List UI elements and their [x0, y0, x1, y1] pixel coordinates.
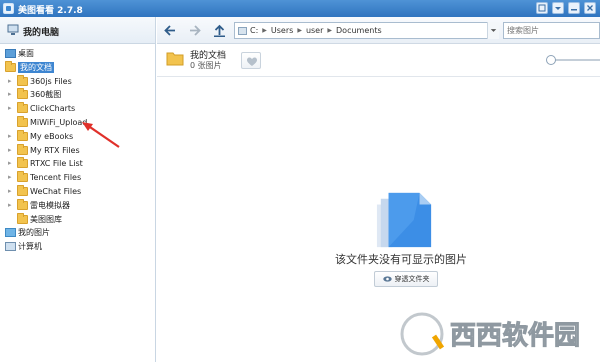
folder-info-bar: 我的文档 0 张图片: [157, 44, 600, 77]
tree-item[interactable]: ▸ ClickCharts: [8, 102, 75, 115]
desktop-icon: [5, 49, 16, 58]
folder-icon: [17, 198, 28, 210]
drive-icon: [238, 26, 247, 35]
address-bar[interactable]: C: ▶ Users ▶ user ▶ Documents: [234, 22, 499, 39]
tree-item-label: 360js Files: [30, 76, 72, 86]
address-segment-user[interactable]: user: [306, 26, 323, 35]
tree-item-label: 计算机: [18, 242, 42, 252]
expand-arrow-icon[interactable]: ▸: [8, 201, 15, 209]
tree-item-label: 美图图库: [30, 214, 62, 224]
folder-icon: [17, 102, 28, 114]
tree-item[interactable]: ▸ WeChat Files: [8, 185, 81, 198]
chevron-right-icon: ▶: [297, 27, 302, 34]
tree-item[interactable]: ▸ My eBooks: [8, 129, 74, 143]
tree-item[interactable]: 桌面: [5, 47, 34, 60]
expand-arrow-icon: [8, 119, 15, 126]
expand-arrow-icon[interactable]: ▸: [8, 105, 15, 112]
computer-icon: [7, 24, 19, 35]
address-segment-drive[interactable]: C:: [250, 26, 258, 35]
folder-icon: [5, 60, 16, 72]
title-bar: 美图看看 2.7.8: [0, 0, 600, 17]
tree-item[interactable]: ▸ RTXC File List: [8, 157, 83, 170]
open-folder-label: 穿透文件夹: [394, 275, 430, 283]
folder-icon: [17, 212, 28, 224]
annotation-arrow: [82, 122, 120, 148]
folder-icon: [17, 171, 28, 183]
skin-button[interactable]: [536, 2, 548, 14]
tree-item[interactable]: ▸ 雷电模拟器: [8, 198, 70, 212]
folder-icon: [17, 129, 28, 141]
folder-icon: [17, 157, 28, 169]
address-segment-documents[interactable]: Documents: [336, 26, 382, 35]
zoom-slider-handle[interactable]: [546, 55, 556, 65]
tree-item-label: 我的图片: [18, 228, 50, 238]
tree-item[interactable]: ▸ 360截图: [8, 88, 61, 101]
expand-arrow-icon[interactable]: ▸: [8, 160, 15, 167]
minimize-button[interactable]: [568, 2, 580, 14]
tree-item[interactable]: 计算机: [5, 240, 42, 253]
expand-arrow-icon: [8, 216, 15, 223]
back-button[interactable]: [163, 23, 178, 38]
tree-item[interactable]: 我的图片: [5, 226, 50, 239]
close-button[interactable]: [584, 2, 596, 14]
computer-icon: [5, 242, 16, 252]
tree-item[interactable]: MiWiFi_Upload: [8, 116, 87, 129]
address-dropdown-button[interactable]: [487, 22, 499, 39]
chevron-right-icon: ▶: [327, 27, 333, 34]
tree-item[interactable]: ▸ 360js Files: [8, 74, 72, 88]
folder-icon: [17, 88, 28, 100]
tree-item-label: My eBooks: [30, 131, 74, 141]
tree-item-label: RTXC File List: [30, 159, 83, 169]
forward-button[interactable]: [187, 23, 202, 38]
open-folder-button[interactable]: 穿透文件夹: [374, 271, 438, 287]
search-input[interactable]: [503, 22, 600, 39]
address-segment-users[interactable]: Users: [271, 26, 293, 35]
zoom-slider-track[interactable]: [549, 59, 600, 61]
tree-item[interactable]: 我的文档: [5, 60, 54, 74]
chevron-right-icon: ▶: [262, 27, 267, 34]
folder-icon: [17, 143, 28, 155]
tree-item[interactable]: ▸ My RTX Files: [8, 143, 80, 157]
tree-item-label: ClickCharts: [30, 104, 76, 114]
expand-arrow-icon[interactable]: ▸: [8, 188, 15, 195]
folder-icon: [17, 116, 28, 127]
tree-item-label: 360截图: [30, 90, 62, 100]
tree-item[interactable]: ▸ Tencent Files: [8, 171, 81, 184]
sidebar-header-label: 我的电脑: [23, 28, 60, 38]
eye-icon: [382, 276, 392, 282]
heart-icon: [247, 57, 257, 66]
tree-item[interactable]: 美图图库: [8, 212, 62, 226]
empty-folder-icon: [376, 192, 432, 248]
expand-arrow-icon[interactable]: ▸: [8, 91, 15, 98]
tree-item-label: MiWiFi_Upload: [30, 118, 88, 127]
window-title: 美图看看 2.7.8: [18, 6, 83, 16]
expand-arrow-icon[interactable]: ▸: [8, 77, 15, 85]
folder-icon: [17, 185, 28, 196]
folder-sidebar: 我的电脑 桌面 我的文档 ▸ 360js Files ▸ 360截图 ▸ ClickChart…: [0, 17, 156, 362]
up-folder-button[interactable]: [212, 23, 227, 38]
favorite-button[interactable]: [241, 52, 261, 69]
expand-arrow-icon[interactable]: ▸: [8, 174, 15, 181]
watermark-logo: 西西软件园: [398, 310, 581, 358]
empty-message: 该文件夹没有可显示的图片: [335, 253, 467, 266]
folder-icon: [17, 74, 28, 86]
tree-item-label: 我的文档: [18, 61, 54, 73]
image-count: 0 张图片: [190, 61, 222, 70]
tree-item-label: Tencent Files: [30, 173, 82, 183]
tree-item-label: WeChat Files: [30, 187, 82, 196]
tree-item-label: 雷电模拟器: [30, 200, 70, 210]
menu-dropdown-button[interactable]: [552, 2, 564, 14]
watermark-text: 西西软件园: [450, 321, 580, 351]
pictures-icon: [5, 228, 16, 238]
expand-arrow-icon[interactable]: ▸: [8, 132, 15, 140]
sidebar-header[interactable]: 我的电脑: [0, 17, 155, 44]
toolbar: C: ▶ Users ▶ user ▶ Documents: [157, 17, 600, 44]
app-icon: [3, 3, 14, 14]
folder-icon: [166, 52, 184, 66]
tree-item-label: My RTX Files: [30, 145, 80, 155]
expand-arrow-icon[interactable]: ▸: [8, 146, 15, 154]
tree-item-label: 桌面: [18, 49, 34, 58]
